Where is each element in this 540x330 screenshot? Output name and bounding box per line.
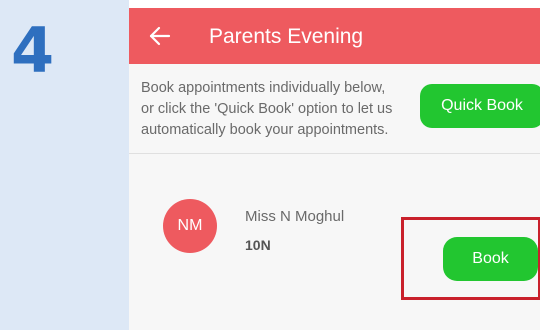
quick-book-button[interactable]: Quick Book: [420, 84, 540, 128]
intro-text: Book appointments individually below, or…: [141, 78, 406, 141]
class-code: 10N: [245, 237, 271, 253]
step-number: 4: [11, 14, 55, 87]
arrow-left-icon[interactable]: [149, 26, 171, 46]
teacher-name: Miss N Moghul: [245, 208, 345, 225]
intro-line: Book appointments individually below,: [141, 80, 386, 96]
page-title: Parents Evening: [209, 25, 364, 48]
divider: [129, 153, 540, 154]
intro-line: or click the 'Quick Book' option to let …: [141, 101, 393, 117]
teacher-avatar: NM: [163, 199, 217, 253]
app-bar: Parents Evening: [129, 8, 540, 64]
book-button[interactable]: Book: [443, 237, 538, 281]
intro-line: automatically book your appointments.: [141, 122, 389, 138]
status-strip: [129, 0, 540, 8]
phone-screen: Parents Evening Book appointments indivi…: [129, 0, 540, 330]
